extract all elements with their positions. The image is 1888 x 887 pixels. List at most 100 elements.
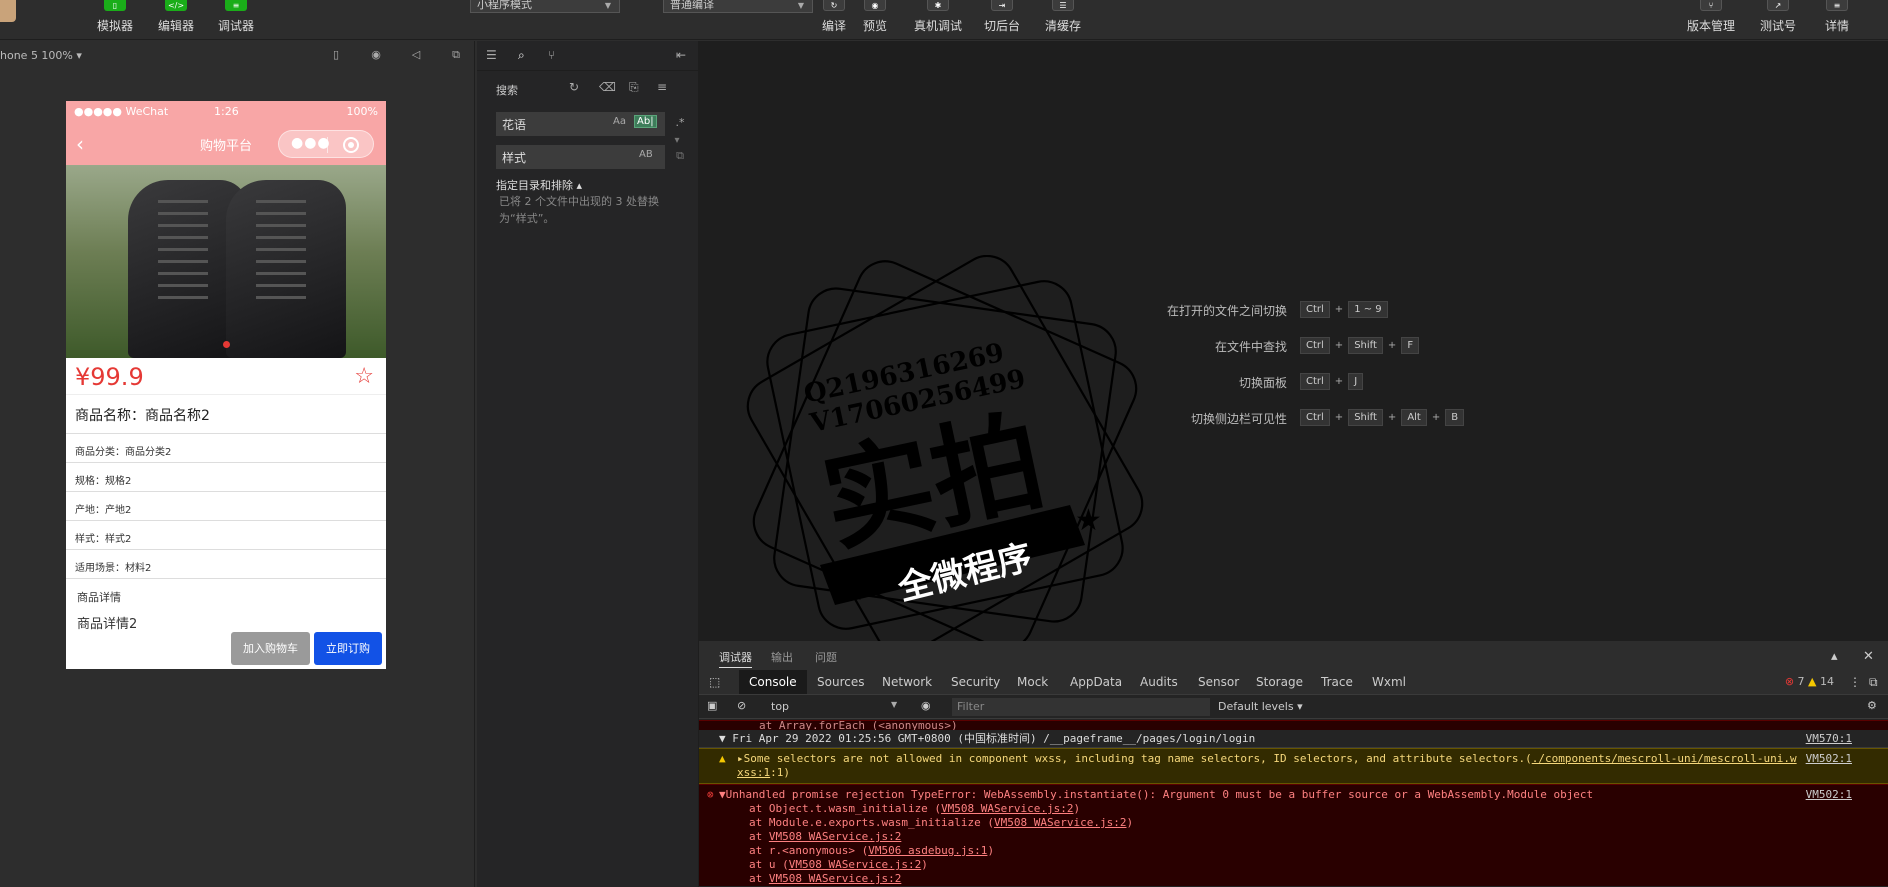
close-icon[interactable]: ✕ <box>1863 649 1874 664</box>
tab-trace[interactable]: Trace <box>1321 675 1353 689</box>
error-message: ▼Unhandled promise rejection TypeError: … <box>719 788 1594 801</box>
layers-icon: ☰ <box>1052 0 1074 11</box>
shortcut-keys: Ctrl + 1 ~ 9 <box>1300 301 1388 318</box>
activity-bar: ☰ ⌕ ⑂ ⇤ <box>477 41 698 71</box>
switch-icon: ⇥ <box>991 0 1013 11</box>
compile-button[interactable]: ↻ 编译 <box>822 0 846 34</box>
details-button[interactable]: ≡ 详情 <box>1825 0 1849 34</box>
chevron-up-icon[interactable]: ▴ <box>1831 649 1838 664</box>
stack-frame: at VM508 WAService.js:2 <box>749 830 902 843</box>
eye-icon[interactable]: ◉ <box>921 699 931 712</box>
git-branch-icon[interactable]: ⑂ <box>548 48 555 62</box>
star-icon[interactable]: ☆ <box>354 364 374 389</box>
inspect-icon[interactable]: ⬚ <box>709 675 720 689</box>
gear-icon[interactable]: ⚙ <box>1867 699 1877 712</box>
shortcut-keys: Ctrl + Shift + Alt + B <box>1300 409 1465 426</box>
capsule-menu[interactable]: ●●● <box>278 130 374 158</box>
stack-link[interactable]: VM508 WAService.js:2 <box>789 858 921 871</box>
tab-sensor[interactable]: Sensor <box>1198 675 1239 689</box>
compile-select[interactable]: 普通编译 ▼ <box>663 0 813 13</box>
user-avatar[interactable] <box>0 0 16 22</box>
tab-audits[interactable]: Audits <box>1140 675 1178 689</box>
collapse-all-icon[interactable]: ≡ <box>657 80 667 94</box>
block-icon[interactable]: ⊘ <box>737 699 746 712</box>
mode-select[interactable]: 小程序模式 ▼ <box>470 0 620 13</box>
tab-appdata[interactable]: AppData <box>1070 675 1122 689</box>
replace-input[interactable]: 样式 AB <box>496 145 665 169</box>
context-select[interactable]: top <box>771 700 789 713</box>
background-label: 切后台 <box>984 19 1021 33</box>
more-icon[interactable]: ●●● <box>291 135 331 151</box>
background-button[interactable]: ⇥ 切后台 <box>984 0 1020 34</box>
source-link[interactable]: VM502:1 <box>1806 788 1852 802</box>
regex-icon[interactable]: .* <box>672 116 688 129</box>
tab-wxml[interactable]: Wxml <box>1372 675 1406 689</box>
console-group[interactable]: ▼ Fri Apr 29 2022 01:25:56 GMT+0800 (中国标… <box>699 730 1888 748</box>
log-levels-select[interactable]: Default levels ▾ <box>1218 700 1303 713</box>
refresh-icon: ↻ <box>823 0 845 11</box>
key-plus: + <box>1334 376 1344 387</box>
more-vert-icon[interactable]: ⋮ <box>1849 675 1861 689</box>
status-time: 1:26 <box>214 105 239 118</box>
search-input[interactable]: 花语 Aa Ab| <box>496 112 665 136</box>
simulator-button[interactable]: ▯ 模拟器 <box>97 0 133 34</box>
editor-button[interactable]: </> 编辑器 <box>158 0 194 34</box>
product-image[interactable] <box>66 165 386 358</box>
preserve-case-toggle[interactable]: AB <box>639 149 653 160</box>
shortcut-keys: Ctrl + J <box>1300 373 1364 390</box>
volume-icon[interactable]: ◁ <box>409 48 423 62</box>
tab-network[interactable]: Network <box>882 675 932 689</box>
warning-file-link[interactable]: ./components/mescroll-uni/mescroll-uni.w <box>1532 752 1797 765</box>
new-search-editor-icon[interactable]: ⎘ <box>629 80 639 95</box>
test-account-button[interactable]: ↗ 测试号 <box>1760 0 1796 34</box>
phone-icon[interactable]: ▯ <box>329 48 343 62</box>
tab-storage[interactable]: Storage <box>1256 675 1303 689</box>
key-cap: Alt <box>1401 409 1427 426</box>
sidebar-toggle-icon[interactable]: ▣ <box>707 699 717 712</box>
stack-link[interactable]: VM508 WAService.js:2 <box>769 830 901 843</box>
watermark-stamp: Q2196316269 V17060256499 实拍 全微程序 ★ ★ <box>746 255 1144 655</box>
remote-debug-button[interactable]: ✱ 真机调试 <box>914 0 962 34</box>
tab-debugger[interactable]: 调试器 <box>719 649 752 668</box>
tab-mock[interactable]: Mock <box>1017 675 1048 689</box>
record-icon[interactable]: ◉ <box>369 48 383 62</box>
key-plus: + <box>1431 412 1441 423</box>
clear-cache-button[interactable]: ☰ 清缓存 <box>1045 0 1081 34</box>
scope-toggle[interactable]: 指定目录和排除 ▴ <box>496 177 582 193</box>
debugger-button[interactable]: ≡ 调试器 <box>218 0 254 34</box>
tab-security[interactable]: Security <box>951 675 1000 689</box>
buy-now-button[interactable]: 立即订购 <box>314 632 382 665</box>
stack-link[interactable]: VM506 asdebug.js:1 <box>868 844 987 857</box>
source-link[interactable]: VM502:1 <box>1806 752 1852 766</box>
popout-icon[interactable]: ⧉ <box>449 48 463 62</box>
device-select[interactable]: hone 5 100% ▾ <box>0 49 82 62</box>
close-circle-icon[interactable] <box>343 137 359 153</box>
version-button[interactable]: ⑂ 版本管理 <box>1687 0 1735 34</box>
warning-file-link-cont[interactable]: xss:1 <box>737 766 770 779</box>
preview-button[interactable]: ◉ 预览 <box>863 0 887 34</box>
list-icon[interactable]: ☰ <box>486 48 497 62</box>
stack-link[interactable]: VM508 WAService.js:2 <box>994 816 1126 829</box>
match-case-toggle[interactable]: Aa <box>613 116 626 127</box>
collapse-panel-icon[interactable]: ⇤ <box>676 48 686 62</box>
tab-output[interactable]: 输出 <box>771 649 793 665</box>
stack-link[interactable]: VM508 WAService.js:2 <box>769 872 901 885</box>
toggle-replace-icon[interactable]: ▾ <box>669 135 685 146</box>
tab-sources[interactable]: Sources <box>817 675 864 689</box>
search-icon[interactable]: ⌕ <box>518 48 525 63</box>
refresh-icon[interactable]: ↻ <box>569 80 579 94</box>
whole-word-toggle[interactable]: Ab| <box>634 115 657 128</box>
tab-problems[interactable]: 问题 <box>815 649 837 665</box>
shortcut-keys: Ctrl + Shift + F <box>1300 337 1420 354</box>
console-error: ⊗ ▼Unhandled promise rejection TypeError… <box>699 784 1888 886</box>
source-link[interactable]: VM570:1 <box>1806 730 1852 748</box>
clear-results-icon[interactable]: ⌫ <box>599 80 616 94</box>
error-icon: ⊗ <box>707 788 714 801</box>
issue-counts[interactable]: ⊗ 7 ▲ 14 <box>1785 675 1834 688</box>
replace-all-icon[interactable]: ⧉ <box>672 149 688 163</box>
stack-link[interactable]: VM508 WAService.js:2 <box>941 802 1073 815</box>
dock-icon[interactable]: ⧉ <box>1869 675 1878 690</box>
filter-input[interactable]: Filter <box>952 698 1210 716</box>
add-to-cart-button[interactable]: 加入购物车 <box>231 632 310 665</box>
tab-console[interactable]: Console <box>739 670 807 694</box>
